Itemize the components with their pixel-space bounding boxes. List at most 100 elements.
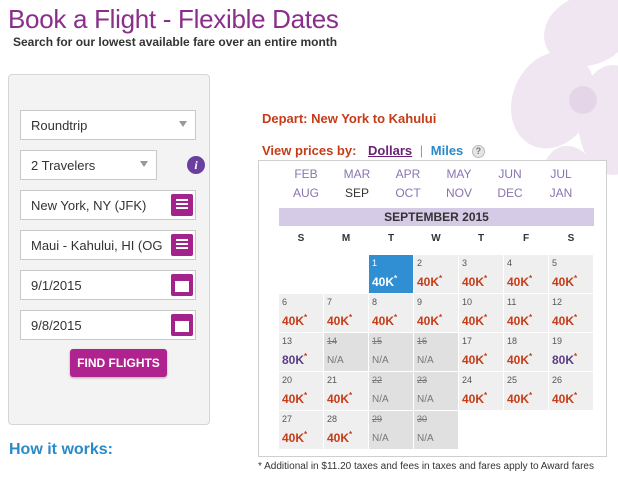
calendar-day-4[interactable]: 4 40K* [504,255,548,293]
fare-footnote-marker: * [574,352,578,361]
month-option-mar[interactable]: MAR [332,167,382,181]
day-number: 27 [282,414,293,424]
day-number: 13 [282,336,293,346]
travelers-value: 2 Travelers [31,158,96,173]
day-number: 17 [462,336,473,346]
day-fare: 40K* [552,313,578,328]
calendar-day-13[interactable]: 13 80K* [279,333,323,371]
calendar-day-8[interactable]: 8 40K* [369,294,413,332]
calendar-day-17[interactable]: 17 40K* [459,333,503,371]
day-number: 23 [417,375,428,385]
calendar-day-28[interactable]: 28 40K* [324,411,368,449]
day-number: 10 [462,297,473,307]
trip-type-select[interactable]: Roundtrip [20,110,196,140]
day-fare: 40K* [462,391,488,406]
travelers-select[interactable]: 2 Travelers [20,150,157,180]
miles-option[interactable]: Miles [431,143,464,158]
calendar-icon[interactable] [171,274,193,296]
day-number: 28 [327,414,338,424]
chevron-down-icon [179,121,187,127]
page-subtitle: Search for our lowest available fare ove… [13,35,338,49]
fare-footnote-marker: * [439,313,443,322]
calendar-day-1[interactable]: 1 40K* [369,255,413,293]
calendar-day-26[interactable]: 26 40K* [549,372,593,410]
origin-field[interactable]: New York, NY (JFK) [20,190,196,220]
calendar-day-19[interactable]: 19 80K* [549,333,593,371]
how-it-works-link[interactable]: How it works: [9,441,113,459]
calendar-day-11[interactable]: 11 40K* [504,294,548,332]
day-fare: 40K* [507,313,533,328]
month-option-sep[interactable]: SEP [332,186,382,200]
fare-footnote-marker: * [304,352,308,361]
calendar-day-7[interactable]: 7 40K* [324,294,368,332]
trip-type-value: Roundtrip [31,118,88,133]
calendar-day-5[interactable]: 5 40K* [549,255,593,293]
month-option-oct[interactable]: OCT [383,186,433,200]
destination-field[interactable]: Maui - Kahului, HI (OG [20,230,196,260]
calendar-day-2[interactable]: 2 40K* [414,255,458,293]
depart-route-heading: Depart: New York to Kahului [262,111,437,126]
month-option-jan[interactable]: JAN [536,186,586,200]
return-date-field[interactable]: 9/8/2015 [20,310,196,340]
day-number: 20 [282,375,293,385]
info-icon[interactable]: i [187,156,205,174]
fare-footnote-marker: * [349,430,353,439]
day-fare: N/A [417,394,434,405]
search-form-panel: Roundtrip 2 Travelers i New York, NY (JF… [8,74,210,425]
day-number: 19 [552,336,563,346]
calendar-day-12[interactable]: 12 40K* [549,294,593,332]
weekday-label: F [522,233,530,244]
month-option-dec[interactable]: DEC [485,186,535,200]
day-number: 15 [372,336,383,346]
calendar-day-21[interactable]: 21 40K* [324,372,368,410]
dollars-option[interactable]: Dollars [368,143,412,158]
day-fare: 40K* [507,391,533,406]
day-number: 4 [507,258,513,268]
calendar-day-6[interactable]: 6 40K* [279,294,323,332]
help-icon[interactable]: ? [471,145,485,158]
list-icon[interactable] [171,194,193,216]
day-fare: 40K* [552,274,578,289]
day-number: 26 [552,375,563,385]
fees-footnote: * Additional in $11.20 taxes and fees in… [258,461,594,472]
day-number: 12 [552,297,563,307]
month-option-may[interactable]: MAY [434,167,484,181]
month-option-jul[interactable]: JUL [536,167,586,181]
day-number: 30 [417,414,428,424]
calendar-day-24[interactable]: 24 40K* [459,372,503,410]
list-icon[interactable] [171,234,193,256]
calendar-icon[interactable] [171,314,193,336]
day-fare: N/A [417,433,434,444]
calendar-day-22: 22 N/A [369,372,413,410]
month-option-nov[interactable]: NOV [434,186,484,200]
weekday-label: T [477,233,485,244]
day-number: 2 [417,258,423,268]
month-option-aug[interactable]: AUG [281,186,331,200]
fare-footnote-marker: * [304,430,308,439]
weekday-label: W [431,233,441,244]
calendar-day-14: 14 N/A [324,333,368,371]
calendar-day-3[interactable]: 3 40K* [459,255,503,293]
month-option-jun[interactable]: JUN [485,167,535,181]
fare-footnote-marker: * [529,274,533,283]
calendar-day-18[interactable]: 18 40K* [504,333,548,371]
find-flights-button[interactable]: FIND FLIGHTS [70,349,167,377]
month-option-apr[interactable]: APR [383,167,433,181]
calendar-day-27[interactable]: 27 40K* [279,411,323,449]
calendar-day-10[interactable]: 10 40K* [459,294,503,332]
day-fare: 40K* [327,313,353,328]
day-number: 16 [417,336,428,346]
day-fare: 40K* [327,391,353,406]
calendar-day-25[interactable]: 25 40K* [504,372,548,410]
day-fare: 80K* [282,352,308,367]
fare-footnote-marker: * [304,313,308,322]
day-fare: 40K* [552,391,578,406]
calendar-day-9[interactable]: 9 40K* [414,294,458,332]
view-prices-toggle: View prices by: Dollars | Miles ? [262,143,485,158]
calendar-day-20[interactable]: 20 40K* [279,372,323,410]
month-option-feb[interactable]: FEB [281,167,331,181]
view-prices-label: View prices by: [262,143,357,158]
day-fare: N/A [417,355,434,366]
depart-date-field[interactable]: 9/1/2015 [20,270,196,300]
fare-footnote-marker: * [304,391,308,400]
